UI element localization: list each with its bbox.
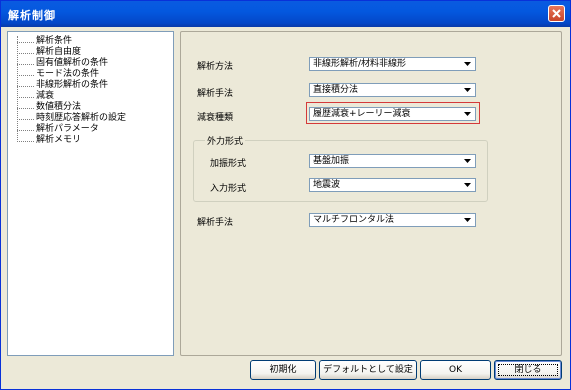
analysis-method-value: 非線形解析/材料非線形 bbox=[313, 59, 407, 69]
excitation-type-label: 加振形式 bbox=[210, 159, 247, 169]
tree-item-mode-method-conditions[interactable]: モード法の条件 bbox=[17, 69, 99, 80]
analysis-method-select[interactable]: 非線形解析/材料非線形 bbox=[309, 57, 476, 71]
excitation-type-select[interactable]: 基盤加振 bbox=[309, 154, 476, 168]
damping-type-label: 減衰種類 bbox=[197, 113, 234, 123]
settings-tree: 解析条件 解析自由度 固有値解析の条件 モード法の条件 非線形解析の条件 減衰 … bbox=[7, 31, 174, 356]
tree-item-damping[interactable]: 減衰 bbox=[17, 91, 54, 102]
analysis-technique-select[interactable]: マルチフロンタル法 bbox=[309, 213, 476, 227]
solution-method-select[interactable]: 直接積分法 bbox=[309, 83, 476, 97]
input-type-value: 地震波 bbox=[313, 180, 341, 190]
external-force-group-title: 外力形式 bbox=[205, 134, 246, 147]
chevron-down-icon bbox=[461, 85, 474, 95]
close-button[interactable]: 閉じる bbox=[494, 360, 562, 380]
analysis-method-label: 解析方法 bbox=[197, 62, 234, 72]
tree-item-numerical-integration[interactable]: 数値積分法 bbox=[17, 102, 81, 113]
damping-type-value: 履歴減衰+レーリー減衰 bbox=[313, 109, 411, 119]
chevron-down-icon bbox=[461, 109, 474, 119]
chevron-down-icon bbox=[461, 215, 474, 225]
tree-item-time-history-settings[interactable]: 時刻歴応答解析の設定 bbox=[17, 113, 126, 124]
tree-item-eigenvalue-conditions[interactable]: 固有値解析の条件 bbox=[17, 58, 108, 69]
damping-type-select[interactable]: 履歴減衰+レーリー減衰 bbox=[309, 107, 476, 121]
window-title: 解析制御 bbox=[8, 9, 56, 22]
solution-method-label: 解析手法 bbox=[197, 89, 234, 99]
tree-item-nonlinear-conditions[interactable]: 非線形解析の条件 bbox=[17, 80, 108, 91]
chevron-down-icon bbox=[461, 59, 474, 69]
excitation-type-value: 基盤加振 bbox=[313, 156, 350, 166]
input-type-label: 入力形式 bbox=[210, 184, 247, 194]
chevron-down-icon bbox=[461, 180, 474, 190]
chevron-down-icon bbox=[461, 156, 474, 166]
title-bar[interactable]: 解析制御 bbox=[1, 1, 570, 27]
close-icon[interactable] bbox=[548, 5, 565, 22]
tree-item-analysis-conditions[interactable]: 解析条件 bbox=[17, 36, 72, 47]
dialog-window: 解析制御 解析条件 解析自由度 固有値解析の条件 モード法の条件 非線形解析の条… bbox=[0, 0, 571, 390]
set-default-button[interactable]: デフォルトとして設定 bbox=[319, 360, 417, 380]
input-type-select[interactable]: 地震波 bbox=[309, 178, 476, 192]
tree-item-analysis-memory[interactable]: 解析メモリ bbox=[17, 135, 81, 146]
analysis-technique-label: 解析手法 bbox=[197, 218, 234, 228]
solution-method-value: 直接積分法 bbox=[313, 85, 359, 95]
focus-rect bbox=[498, 364, 558, 376]
initialize-button[interactable]: 初期化 bbox=[250, 360, 316, 380]
tree-item-analysis-parameters[interactable]: 解析パラメータ bbox=[17, 124, 99, 135]
analysis-technique-value: マルチフロンタル法 bbox=[313, 215, 395, 225]
tree-item-degrees-of-freedom[interactable]: 解析自由度 bbox=[17, 47, 81, 58]
ok-button[interactable]: OK bbox=[420, 360, 491, 380]
